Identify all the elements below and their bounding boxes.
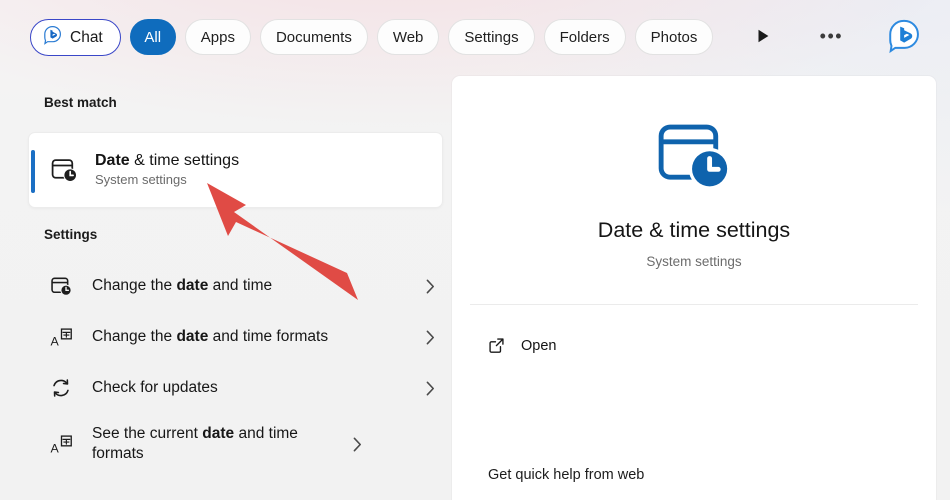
tab-settings[interactable]: Settings	[448, 19, 535, 55]
label-pre: Check for updates	[92, 378, 218, 396]
settings-heading: Settings	[44, 227, 98, 242]
preview-panel: Date & time settings System settings Ope…	[452, 76, 936, 500]
label-pre: See the current	[92, 424, 203, 442]
web-help-heading[interactable]: Get quick help from web	[488, 467, 644, 484]
label-post: and time	[208, 276, 273, 294]
date-time-settings-large-icon	[655, 117, 733, 195]
windows-search-overlay: Chat All Apps Documents Web Settings Fol…	[0, 0, 950, 500]
label-bold: date	[176, 276, 209, 294]
tab-photos-label: Photos	[650, 28, 698, 46]
date-time-settings-icon	[44, 275, 78, 298]
language-format-icon: A	[44, 326, 78, 349]
external-link-icon	[488, 337, 505, 354]
ellipsis-icon: •••	[819, 26, 844, 47]
result-row-change-date-and-time-formats[interactable]: A Change the date and time formats	[28, 314, 443, 360]
selection-indicator	[31, 150, 35, 193]
bing-chat-logo-icon	[885, 16, 923, 59]
svg-text:A: A	[50, 334, 59, 348]
chevron-right-icon	[417, 330, 443, 345]
open-action-label: Open	[521, 337, 557, 354]
best-match-title-rest: & time settings	[129, 151, 240, 169]
tab-apps-label: Apps	[200, 28, 235, 46]
tab-all[interactable]: All	[129, 19, 176, 55]
result-row-label: Check for updates	[92, 378, 417, 398]
best-match-subtitle: System settings	[95, 172, 187, 188]
svg-text:A: A	[50, 441, 59, 455]
chevron-right-icon	[417, 381, 443, 396]
language-format-icon: A	[44, 433, 78, 456]
tab-documents[interactable]: Documents	[259, 19, 368, 55]
preview-subtitle: System settings	[646, 253, 742, 269]
best-match-title-bold: Date	[95, 151, 130, 169]
tab-folders-label: Folders	[559, 28, 610, 46]
tabs-overflow-button[interactable]	[748, 22, 778, 52]
result-row-label: See the current date and time formats	[92, 424, 344, 465]
label-bold: date	[202, 424, 235, 442]
preview-hero: Date & time settings System settings	[452, 76, 936, 269]
tab-folders[interactable]: Folders	[543, 19, 626, 55]
date-time-settings-icon	[47, 156, 81, 185]
label-pre: Change the	[92, 276, 177, 294]
best-match-title: Date & time settings	[95, 152, 239, 170]
tab-web[interactable]: Web	[376, 19, 440, 55]
tab-all-label: All	[144, 28, 162, 46]
search-results-column: Best match Date & time settings System s…	[0, 74, 452, 500]
best-match-text: Date & time settings System settings	[95, 152, 239, 188]
chat-button-label: Chat	[70, 28, 103, 46]
refresh-icon	[44, 377, 78, 399]
result-row-change-date-and-time[interactable]: Change the date and time	[28, 263, 443, 309]
chevron-right-icon	[417, 279, 443, 294]
tab-photos[interactable]: Photos	[634, 19, 714, 55]
best-match-result[interactable]: Date & time settings System settings	[28, 132, 443, 208]
bing-chat-logo-button[interactable]	[884, 17, 924, 57]
play-arrow-icon	[757, 29, 770, 46]
label-pre: Change the	[92, 327, 177, 345]
open-action[interactable]: Open	[488, 337, 556, 354]
result-row-label: Change the date and time	[92, 276, 417, 296]
tab-web-label: Web	[392, 28, 424, 46]
result-row-label: Change the date and time formats	[92, 327, 417, 347]
best-match-heading: Best match	[44, 95, 117, 110]
more-options-button[interactable]: •••	[816, 22, 846, 52]
result-row-check-for-updates[interactable]: Check for updates	[28, 365, 443, 411]
chat-button[interactable]: Chat	[30, 18, 121, 56]
tab-documents-label: Documents	[275, 28, 352, 46]
bing-chat-icon	[42, 24, 63, 50]
tab-settings-label: Settings	[464, 28, 519, 46]
chevron-right-icon	[344, 437, 370, 452]
label-bold: date	[176, 327, 209, 345]
label-post: and time formats	[208, 327, 329, 345]
tab-apps[interactable]: Apps	[184, 19, 251, 55]
search-filter-bar: Chat All Apps Documents Web Settings Fol…	[0, 0, 950, 74]
preview-title: Date & time settings	[597, 218, 791, 242]
preview-divider	[470, 304, 918, 305]
result-row-see-current-date-and-time-formats[interactable]: A See the current date and time formats	[28, 414, 443, 474]
